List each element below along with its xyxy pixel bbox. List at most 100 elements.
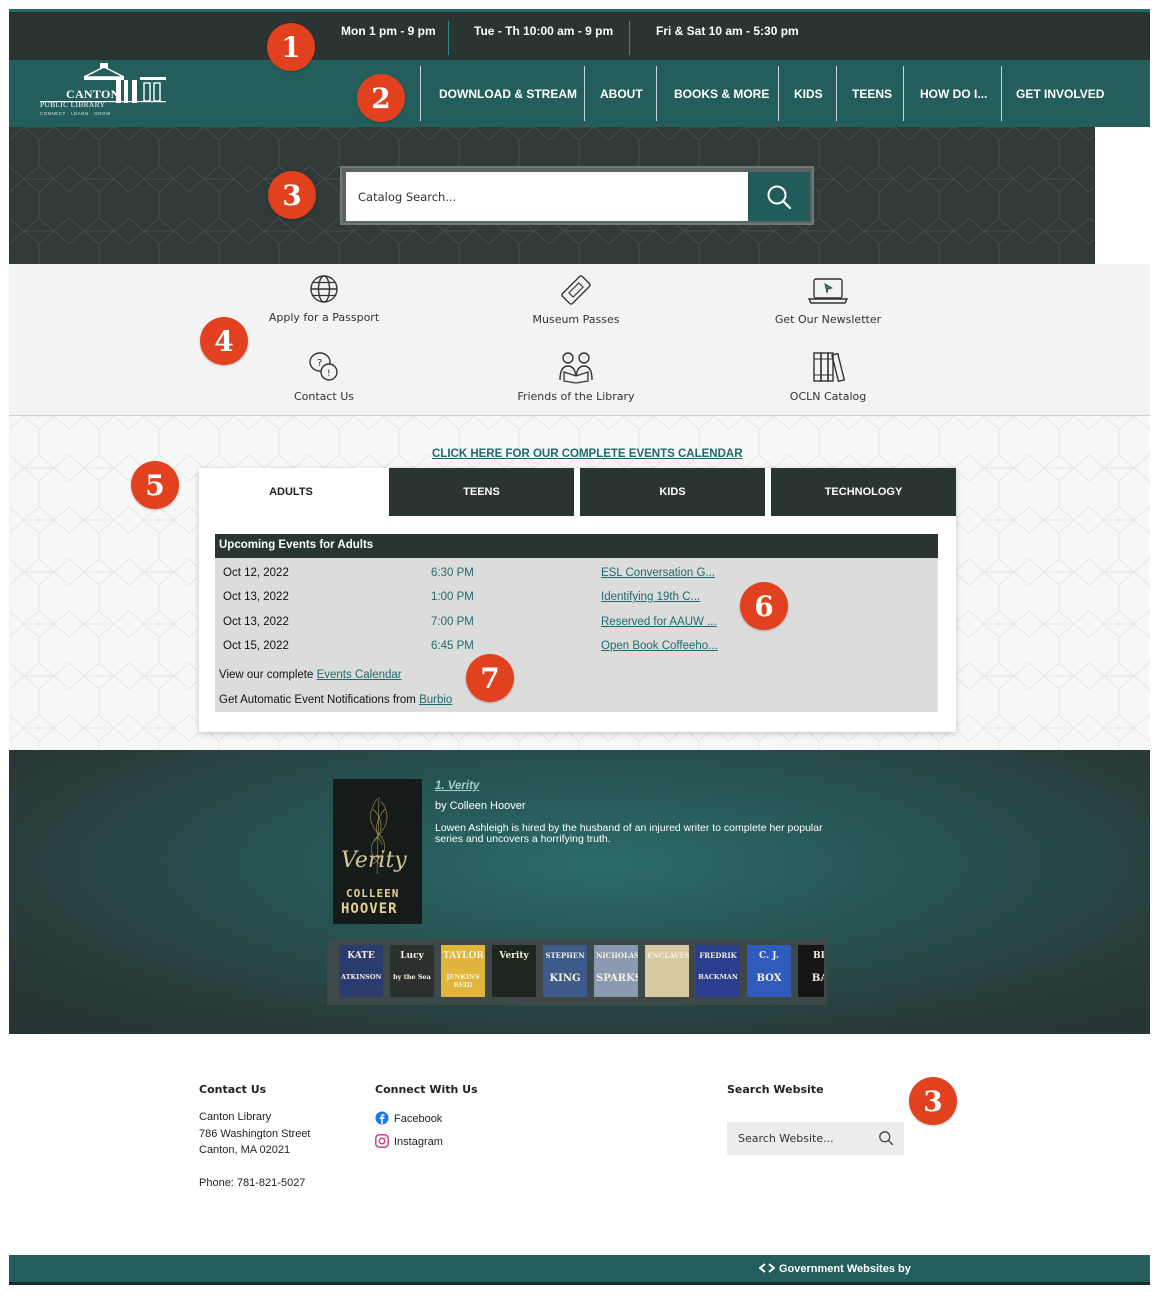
events-heading: Upcoming Events for Adults — [215, 534, 938, 558]
event-time: 6:45 PM — [431, 640, 474, 652]
instagram-icon — [375, 1134, 389, 1148]
event-title-link[interactable]: Identifying 19th C... — [601, 591, 700, 603]
nav-how-do-i[interactable]: HOW DO I... — [920, 60, 987, 127]
carousel-book-cover[interactable]: TAYLOR JENKINS REID — [441, 945, 485, 997]
nav-divider — [420, 66, 421, 121]
footer-phone: Phone: 781-821-5027 — [199, 1177, 306, 1189]
complete-events-calendar-link[interactable]: CLICK HERE FOR OUR COMPLETE EVENTS CALEN… — [432, 448, 743, 460]
civicplus-logo-icon — [758, 1263, 776, 1273]
event-title-link[interactable]: ESL Conversation G... — [601, 567, 715, 579]
quick-link-museum-passes[interactable]: Museum Passes — [476, 273, 676, 326]
footer-connect-heading: Connect With Us — [375, 1083, 478, 1096]
carousel-cover-text: FREDRIK — [699, 951, 737, 960]
event-date: Oct 13, 2022 — [223, 591, 289, 603]
event-time: 1:00 PM — [431, 591, 474, 603]
event-row: Oct 13, 2022 7:00 PM Reserved for AAUW .… — [215, 611, 938, 635]
website-search-input[interactable] — [727, 1122, 872, 1155]
facebook-icon — [375, 1111, 389, 1125]
marker-1: 1 — [267, 23, 315, 71]
event-date: Oct 12, 2022 — [223, 567, 289, 579]
carousel-book-cover[interactable]: NICHOLAS SPARKS — [594, 945, 638, 997]
events-calendar-text: View our complete — [219, 669, 317, 681]
marker-3: 3 — [268, 171, 316, 219]
quick-link-ocln-catalog[interactable]: OCLN Catalog — [728, 350, 928, 403]
carousel-cover-text: KATE — [347, 951, 375, 961]
nav-get-involved[interactable]: GET INVOLVED — [1016, 60, 1104, 127]
marker-6: 6 — [740, 582, 788, 630]
footer-library-name: Canton Library — [199, 1111, 272, 1123]
carousel-book-cover[interactable]: FREDRIK BACKMAN — [696, 945, 740, 997]
carousel-cover-text: Lucy — [400, 951, 424, 961]
featured-book-author: by Colleen Hoover — [435, 800, 526, 812]
carousel-book-cover[interactable]: BL BA — [798, 945, 824, 997]
events-calendar-link[interactable]: Events Calendar — [317, 669, 402, 681]
event-title-link[interactable]: Open Book Coffeeho... — [601, 640, 718, 652]
nav-kids[interactable]: KIDS — [794, 60, 823, 127]
footer-credit-bar: Government Websites by — [9, 1255, 1150, 1285]
instagram-link[interactable]: Instagram — [375, 1134, 443, 1148]
svg-text:COLLEEN: COLLEEN — [346, 887, 399, 900]
carousel-cover-text: STEPHEN — [545, 951, 585, 960]
svg-text:HOOVER: HOOVER — [341, 901, 398, 917]
nav-about[interactable]: ABOUT — [600, 60, 643, 127]
carousel-cover-text: KING — [549, 973, 581, 984]
burbio-link[interactable]: Burbio — [419, 694, 452, 706]
event-notifications-note: Get Automatic Event Notifications from B… — [219, 694, 452, 706]
nav-divider — [836, 66, 837, 121]
featured-book-cover[interactable]: Verity COLLEEN HOOVER — [333, 779, 422, 924]
carousel-book-cover[interactable]: ENCLAVES — [645, 945, 689, 997]
footer-city: Canton, MA 02021 — [199, 1144, 291, 1156]
government-websites-text: Government Websites by — [779, 1263, 911, 1275]
carousel-cover-text: JENKINS REID — [446, 973, 480, 989]
carousel-book-cover[interactable]: Verity — [492, 945, 536, 997]
event-date: Oct 15, 2022 — [223, 640, 289, 652]
nav-download-stream[interactable]: DOWNLOAD & STREAM — [439, 60, 577, 127]
tab-adults[interactable]: ADULTS — [199, 468, 383, 516]
library-logo[interactable]: CANTON PUBLIC LIBRARY CONNECT · LEARN · … — [40, 63, 166, 116]
carousel-book-cover[interactable]: Lucy by the Sea — [390, 945, 434, 997]
tab-kids[interactable]: KIDS — [580, 468, 765, 516]
government-websites-credit[interactable]: Government Websites by — [758, 1263, 911, 1275]
search-icon — [879, 1131, 894, 1146]
carousel-cover-text: BACKMAN — [698, 973, 738, 981]
readers-icon — [559, 352, 593, 384]
event-date: Oct 13, 2022 — [223, 616, 289, 628]
carousel-cover-text: ATKINSON — [341, 973, 382, 981]
featured-book-title[interactable]: 1. Verity — [435, 780, 479, 792]
tab-technology[interactable]: TECHNOLOGY — [771, 468, 956, 516]
event-time: 6:30 PM — [431, 567, 474, 579]
quick-link-label: Friends of the Library — [517, 390, 635, 403]
website-search-button[interactable] — [878, 1130, 896, 1148]
quick-link-passport[interactable]: Apply for a Passport — [224, 273, 424, 324]
facebook-link[interactable]: Facebook — [375, 1111, 442, 1125]
svg-text:!: ! — [327, 369, 331, 379]
logo-public-library: PUBLIC LIBRARY — [40, 100, 106, 109]
quick-link-contact-us[interactable]: ? ! Contact Us — [224, 350, 424, 403]
event-notifications-text: Get Automatic Event Notifications from — [219, 694, 420, 706]
main-nav: CANTON PUBLIC LIBRARY CONNECT · LEARN · … — [9, 60, 1150, 127]
facebook-label: Facebook — [394, 1113, 443, 1125]
carousel-book-cover[interactable]: KATE ATKINSON — [339, 945, 383, 997]
chat-question-icon: ? ! — [309, 352, 338, 381]
catalog-search-box — [340, 166, 814, 225]
site-footer: Contact Us Canton Library 786 Washington… — [9, 1034, 1150, 1255]
nav-divider — [1001, 66, 1002, 121]
hours-monday: Mon 1 pm - 9 pm — [341, 24, 436, 38]
hours-bar: Mon 1 pm - 9 pm Tue - Th 10:00 am - 9 pm… — [9, 9, 1150, 60]
carousel-book-cover[interactable]: C. J. BOX — [747, 945, 791, 997]
svg-text:Verity: Verity — [341, 848, 407, 873]
carousel-cover-text: TAYLOR — [443, 951, 484, 961]
catalog-search-hero — [9, 127, 1095, 264]
catalog-search-button[interactable] — [748, 172, 810, 221]
hours-divider — [629, 21, 630, 55]
quick-link-label: Museum Passes — [532, 313, 620, 326]
event-title-link[interactable]: Reserved for AAUW ... — [601, 616, 717, 628]
quick-link-friends[interactable]: Friends of the Library — [476, 350, 676, 403]
nav-teens[interactable]: TEENS — [852, 60, 892, 127]
tab-teens[interactable]: TEENS — [389, 468, 574, 516]
carousel-book-cover[interactable]: STEPHEN KING — [543, 945, 587, 997]
featured-books: Verity COLLEEN HOOVER 1. Verity by Colle… — [9, 750, 1150, 1034]
quick-link-newsletter[interactable]: Get Our Newsletter — [728, 273, 928, 326]
nav-books-more[interactable]: BOOKS & MORE — [674, 60, 769, 127]
catalog-search-input[interactable] — [346, 172, 748, 221]
